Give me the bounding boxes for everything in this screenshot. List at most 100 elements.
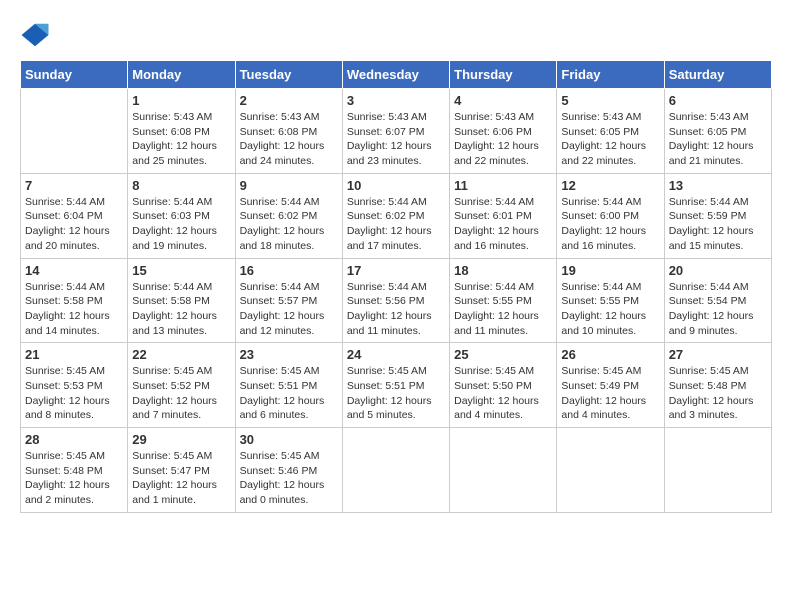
day-info: Sunrise: 5:43 AM Sunset: 6:05 PM Dayligh… [561,110,659,169]
day-number: 1 [132,93,230,108]
day-info: Sunrise: 5:44 AM Sunset: 5:57 PM Dayligh… [240,280,338,339]
calendar-cell: 10 Sunrise: 5:44 AM Sunset: 6:02 PM Dayli… [342,173,449,258]
day-number: 7 [25,178,123,193]
calendar-cell: 28Sunrise: 5:45 AM Sunset: 5:48 PM Dayli… [21,428,128,513]
calendar-cell: 5Sunrise: 5:43 AM Sunset: 6:05 PM Daylig… [557,89,664,174]
calendar-cell [664,428,771,513]
day-info: Sunrise: 5:45 AM Sunset: 5:51 PM Dayligh… [240,364,338,423]
calendar-header-thursday: Thursday [450,61,557,89]
day-info: Sunrise: 5:44 AM Sunset: 6:00 PM Dayligh… [561,195,659,254]
day-number: 13 [669,178,767,193]
day-number: 9 [240,178,338,193]
day-info: Sunrise: 5:44 AM Sunset: 6:02 PM Dayligh… [240,195,338,254]
calendar-cell: 23 Sunrise: 5:45 AM Sunset: 5:51 PM Dayli… [235,343,342,428]
calendar-cell: 14Sunrise: 5:44 AM Sunset: 5:58 PM Dayli… [21,258,128,343]
calendar-cell [450,428,557,513]
calendar-cell: 13 Sunrise: 5:44 AM Sunset: 5:59 PM Dayli… [664,173,771,258]
calendar-cell: 4Sunrise: 5:43 AM Sunset: 6:06 PM Daylig… [450,89,557,174]
calendar-cell: 12 Sunrise: 5:44 AM Sunset: 6:00 PM Dayli… [557,173,664,258]
day-info: Sunrise: 5:43 AM Sunset: 6:08 PM Dayligh… [132,110,230,169]
day-info: Sunrise: 5:45 AM Sunset: 5:48 PM Dayligh… [669,364,767,423]
day-info: Sunrise: 5:44 AM Sunset: 5:55 PM Dayligh… [454,280,552,339]
day-info: Sunrise: 5:45 AM Sunset: 5:46 PM Dayligh… [240,449,338,508]
calendar-header-tuesday: Tuesday [235,61,342,89]
week-row-5: 28Sunrise: 5:45 AM Sunset: 5:48 PM Dayli… [21,428,772,513]
calendar-header-monday: Monday [128,61,235,89]
calendar-cell: 24 Sunrise: 5:45 AM Sunset: 5:51 PM Dayli… [342,343,449,428]
day-info: Sunrise: 5:44 AM Sunset: 6:03 PM Dayligh… [132,195,230,254]
logo [20,20,56,50]
week-row-4: 21 Sunrise: 5:45 AM Sunset: 5:53 PM Dayli… [21,343,772,428]
day-number: 26 [561,347,659,362]
day-number: 2 [240,93,338,108]
calendar-cell: 8 Sunrise: 5:44 AM Sunset: 6:03 PM Daylig… [128,173,235,258]
day-info: Sunrise: 5:45 AM Sunset: 5:53 PM Dayligh… [25,364,123,423]
calendar-cell: 9 Sunrise: 5:44 AM Sunset: 6:02 PM Daylig… [235,173,342,258]
day-info: Sunrise: 5:45 AM Sunset: 5:50 PM Dayligh… [454,364,552,423]
day-info: Sunrise: 5:44 AM Sunset: 6:04 PM Dayligh… [25,195,123,254]
calendar-cell: 25 Sunrise: 5:45 AM Sunset: 5:50 PM Dayli… [450,343,557,428]
day-info: Sunrise: 5:44 AM Sunset: 6:01 PM Dayligh… [454,195,552,254]
day-info: Sunrise: 5:43 AM Sunset: 6:07 PM Dayligh… [347,110,445,169]
day-number: 15 [132,263,230,278]
day-info: Sunrise: 5:45 AM Sunset: 5:51 PM Dayligh… [347,364,445,423]
day-info: Sunrise: 5:44 AM Sunset: 5:56 PM Dayligh… [347,280,445,339]
day-info: Sunrise: 5:45 AM Sunset: 5:47 PM Dayligh… [132,449,230,508]
week-row-3: 14 Sunrise: 5:44 AM Sunset: 5:58 PM Dayli… [21,258,772,343]
day-number: 18 [454,263,552,278]
day-number: 30 [240,432,338,447]
calendar-cell: 11 Sunrise: 5:44 AM Sunset: 6:01 PM Dayli… [450,173,557,258]
day-info: Sunrise: 5:43 AM Sunset: 6:05 PM Dayligh… [669,110,767,169]
calendar-cell: 22Sunrise: 5:45 AM Sunset: 5:52 PM Dayli… [128,343,235,428]
calendar-cell: 6 Sunrise: 5:43 AM Sunset: 6:05 PM Daylig… [664,89,771,174]
day-number: 22 [132,347,230,362]
day-number: 4 [454,93,552,108]
calendar-cell [21,89,128,174]
calendar-cell: 2 Sunrise: 5:43 AM Sunset: 6:08 PM Daylig… [235,89,342,174]
calendar-cell: 27 Sunrise: 5:45 AM Sunset: 5:48 PM Dayli… [664,343,771,428]
day-info: Sunrise: 5:44 AM Sunset: 6:02 PM Dayligh… [347,195,445,254]
calendar-cell: 7 Sunrise: 5:44 AM Sunset: 6:04 PM Daylig… [21,173,128,258]
calendar-table: SundayMondayTuesdayWednesdayThursdayFrid… [20,60,772,513]
day-number: 23 [240,347,338,362]
calendar-cell: 30 Sunrise: 5:45 AM Sunset: 5:46 PM Dayli… [235,428,342,513]
calendar-cell: 3 Sunrise: 5:43 AM Sunset: 6:07 PM Daylig… [342,89,449,174]
day-number: 16 [240,263,338,278]
day-number: 11 [454,178,552,193]
day-number: 19 [561,263,659,278]
day-number: 10 [347,178,445,193]
day-number: 3 [347,93,445,108]
day-number: 21 [25,347,123,362]
day-number: 17 [347,263,445,278]
logo-icon [20,20,50,50]
day-info: Sunrise: 5:44 AM Sunset: 5:59 PM Dayligh… [669,195,767,254]
day-number: 14 [25,263,123,278]
calendar-cell: 17 Sunrise: 5:44 AM Sunset: 5:56 PM Dayli… [342,258,449,343]
day-number: 25 [454,347,552,362]
page-header [20,20,772,50]
week-row-1: 1 Sunrise: 5:43 AM Sunset: 6:08 PM Daylig… [21,89,772,174]
day-number: 24 [347,347,445,362]
day-number: 12 [561,178,659,193]
day-number: 27 [669,347,767,362]
calendar-cell: 1 Sunrise: 5:43 AM Sunset: 6:08 PM Daylig… [128,89,235,174]
calendar-cell: 20 Sunrise: 5:44 AM Sunset: 5:54 PM Dayli… [664,258,771,343]
day-info: Sunrise: 5:44 AM Sunset: 5:54 PM Dayligh… [669,280,767,339]
day-info: Sunrise: 5:44 AM Sunset: 5:58 PM Dayligh… [132,280,230,339]
calendar-cell [557,428,664,513]
day-number: 20 [669,263,767,278]
calendar-header-wednesday: Wednesday [342,61,449,89]
calendar-cell: 26Sunrise: 5:45 AM Sunset: 5:49 PM Dayli… [557,343,664,428]
day-info: Sunrise: 5:44 AM Sunset: 5:55 PM Dayligh… [561,280,659,339]
calendar-cell: 16 Sunrise: 5:44 AM Sunset: 5:57 PM Dayli… [235,258,342,343]
day-number: 28 [25,432,123,447]
day-number: 8 [132,178,230,193]
calendar-cell: 15 Sunrise: 5:44 AM Sunset: 5:58 PM Dayli… [128,258,235,343]
calendar-header-saturday: Saturday [664,61,771,89]
day-info: Sunrise: 5:43 AM Sunset: 6:08 PM Dayligh… [240,110,338,169]
day-number: 6 [669,93,767,108]
calendar-cell: 29Sunrise: 5:45 AM Sunset: 5:47 PM Dayli… [128,428,235,513]
calendar-cell: 19 Sunrise: 5:44 AM Sunset: 5:55 PM Dayli… [557,258,664,343]
calendar-header-sunday: Sunday [21,61,128,89]
calendar-header-friday: Friday [557,61,664,89]
